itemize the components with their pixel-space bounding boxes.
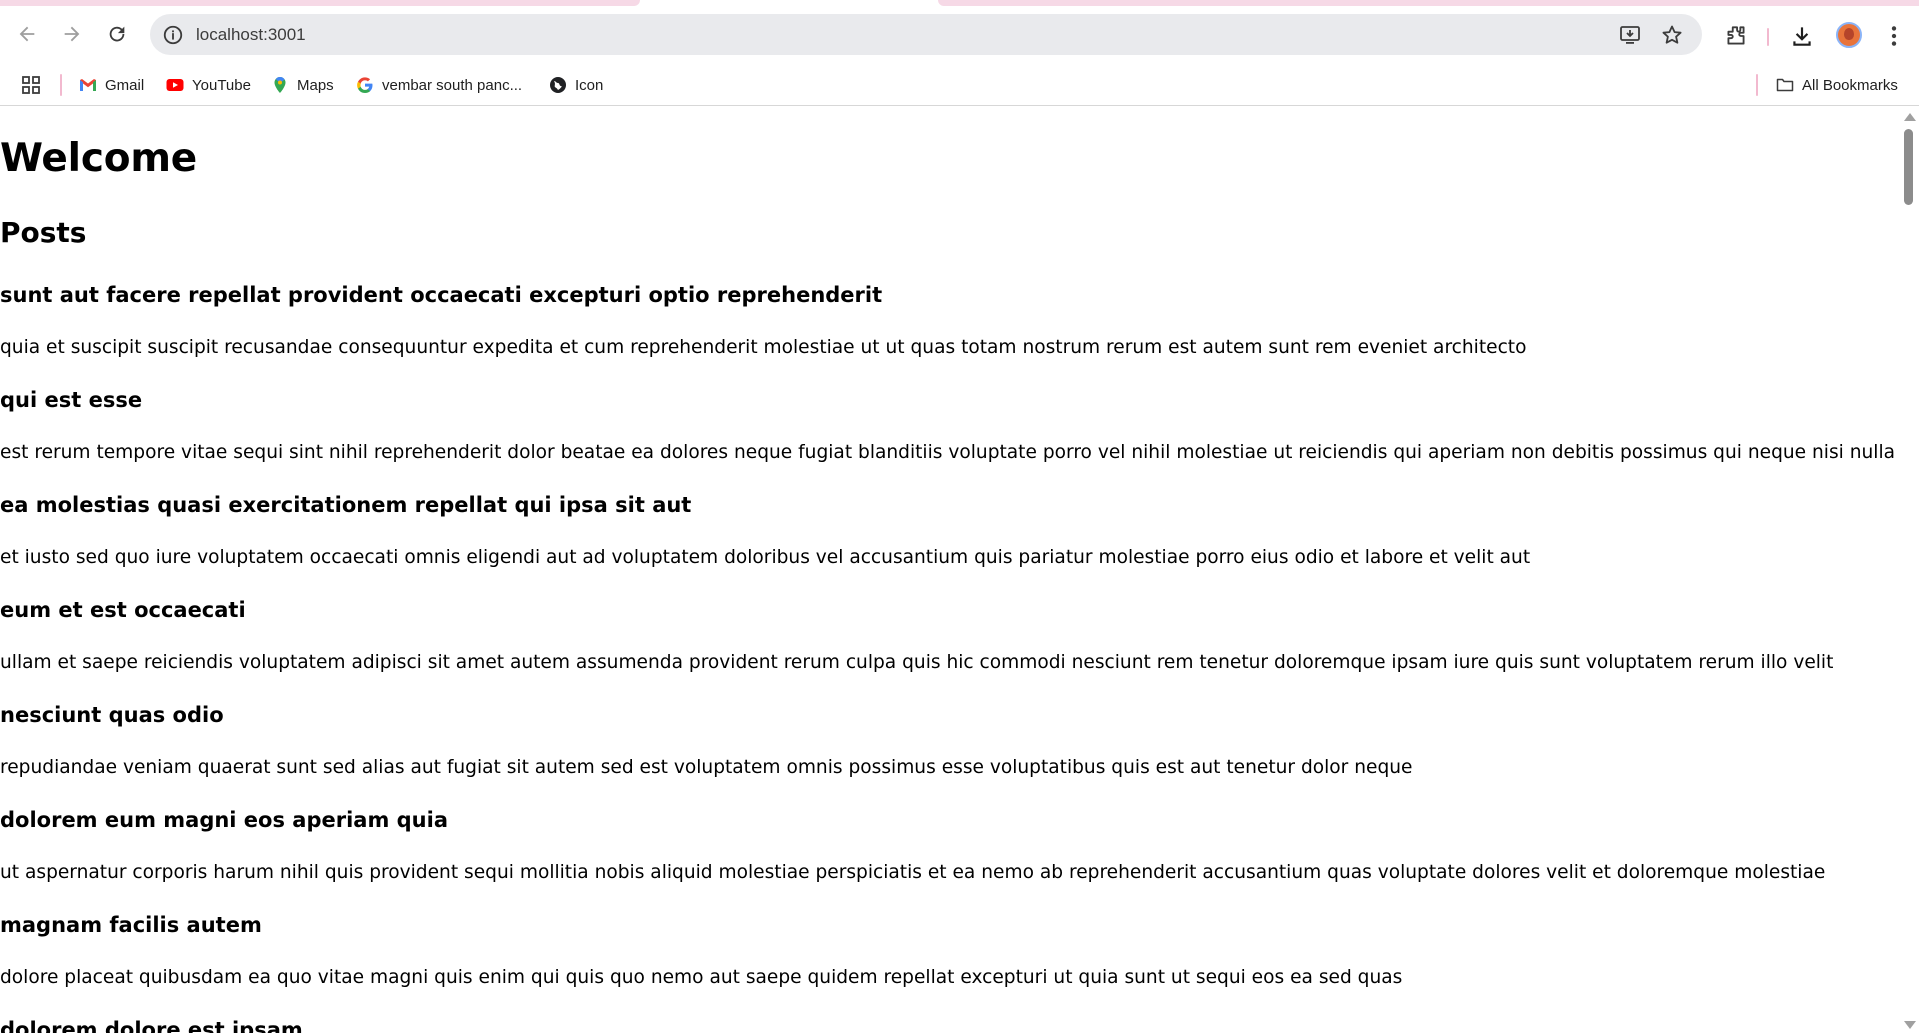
bookmarks-divider — [1756, 74, 1758, 96]
page-title: Welcome — [0, 136, 198, 181]
post-body: dolore placeat quibusdam ea quo vitae ma… — [0, 967, 1403, 988]
post-body: quia et suscipit suscipit recusandae con… — [0, 337, 1527, 358]
apps-button[interactable] — [22, 71, 40, 99]
download-icon[interactable] — [1789, 23, 1815, 49]
bookmark-label: Icon — [575, 76, 604, 94]
post-title: sunt aut facere repellat provident occae… — [0, 283, 883, 307]
scroll-up-arrow-icon[interactable] — [1904, 113, 1916, 121]
post-title: magnam facilis autem — [0, 913, 262, 937]
post-body: et iusto sed quo iure voluptatem occaeca… — [0, 547, 1531, 568]
bookmark-star-icon[interactable] — [1660, 23, 1684, 47]
post-title: nesciunt quas odio — [0, 703, 224, 727]
post-body: est rerum tempore vitae sequi sint nihil… — [0, 442, 1896, 463]
bookmarks-bar: Gmail YouTube Maps vembar south panc... … — [0, 64, 1919, 106]
address-bar[interactable]: localhost:3001 — [150, 14, 1702, 55]
page-viewport: Welcome Posts sunt aut facere repellat p… — [0, 107, 1899, 1033]
all-bookmarks-button[interactable]: All Bookmarks — [1776, 71, 1898, 99]
post-body: ut aspernatur corporis harum nihil quis … — [0, 862, 1826, 883]
url-text[interactable]: localhost:3001 — [196, 25, 306, 45]
page-scrollbar[interactable] — [1899, 107, 1919, 1033]
bookmark-youtube[interactable]: YouTube — [166, 71, 251, 99]
reload-icon — [109, 26, 125, 42]
arrow-left-icon — [19, 26, 35, 42]
apps-grid-icon — [22, 76, 40, 94]
maps-icon — [274, 76, 286, 93]
more-menu-icon[interactable] — [1881, 23, 1907, 49]
reload-button[interactable] — [100, 17, 134, 51]
forward-button[interactable] — [55, 17, 89, 51]
arrow-right-icon — [64, 26, 80, 42]
post-title: dolorem dolore est ipsam — [0, 1018, 303, 1033]
scroll-down-arrow-icon[interactable] — [1904, 1021, 1916, 1029]
back-button[interactable] — [10, 17, 44, 51]
bookmark-gmail[interactable]: Gmail — [79, 71, 144, 99]
globe-icon — [550, 77, 566, 93]
bookmark-icon-site[interactable]: Icon — [549, 71, 603, 99]
posts-heading: Posts — [0, 216, 87, 249]
post-title: qui est esse — [0, 388, 143, 412]
bookmark-maps[interactable]: Maps — [271, 71, 334, 99]
post-title: eum et est occaecati — [0, 598, 246, 622]
youtube-icon — [166, 79, 184, 91]
bookmark-vembar[interactable]: vembar south panc... — [356, 71, 522, 99]
all-bookmarks-label: All Bookmarks — [1802, 76, 1898, 94]
bookmark-label: YouTube — [192, 76, 251, 94]
post-title: ea molestias quasi exercitationem repell… — [0, 493, 692, 517]
gmail-icon — [80, 79, 96, 91]
extensions-icon[interactable] — [1723, 23, 1749, 49]
profile-avatar[interactable] — [1836, 22, 1862, 48]
bookmark-label: Gmail — [105, 76, 145, 94]
bookmark-label: vembar south panc... — [382, 76, 523, 94]
post-body: ullam et saepe reiciendis voluptatem adi… — [0, 652, 1834, 673]
bookmarks-divider — [60, 74, 62, 96]
site-info-icon[interactable] — [162, 24, 184, 46]
toolbar-divider — [1767, 28, 1769, 46]
browser-toolbar: localhost:3001 — [0, 6, 1919, 64]
google-icon — [357, 77, 373, 93]
post-body: repudiandae veniam quaerat sunt sed alia… — [0, 757, 1413, 778]
install-app-icon[interactable] — [1618, 23, 1642, 47]
bookmark-label: Maps — [297, 76, 334, 94]
folder-icon — [1776, 78, 1794, 92]
scrollbar-thumb[interactable] — [1904, 129, 1913, 205]
post-title: dolorem eum magni eos aperiam quia — [0, 808, 449, 832]
